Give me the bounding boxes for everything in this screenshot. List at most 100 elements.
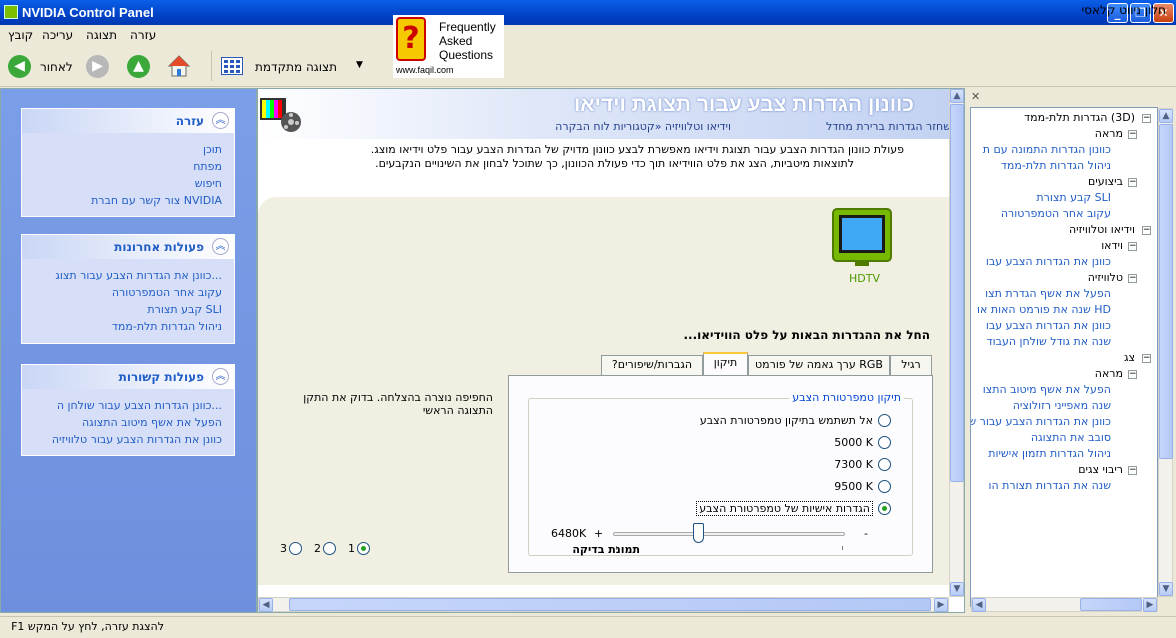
option-5000k[interactable]: 5000 K xyxy=(531,434,891,450)
up-arrow-icon[interactable]: ▲ xyxy=(127,55,150,78)
tree-node[interactable]: מראה xyxy=(1095,366,1123,382)
tree-expander-icon[interactable]: − xyxy=(1128,370,1137,379)
test-option-1[interactable]: 1 xyxy=(348,542,370,555)
help-link-index[interactable]: מפתח xyxy=(22,158,234,175)
hdtv-icon[interactable] xyxy=(831,207,893,269)
tree-node[interactable]: ריבוי צגים xyxy=(1078,462,1123,478)
collapse-chevron-icon[interactable]: ︽ xyxy=(212,368,229,385)
advanced-view-icon[interactable] xyxy=(221,57,243,75)
tree-leaf[interactable]: שנה את גודל שולחן העבוד xyxy=(987,334,1111,350)
tree-leaf[interactable]: כוונן את הגדרות הצבע עבור ש xyxy=(971,414,1111,430)
tree-expander-icon[interactable]: − xyxy=(1142,354,1151,363)
close-icon[interactable]: ✕ xyxy=(971,90,980,103)
tree-leaf[interactable]: סובב את התצוגה xyxy=(1031,430,1111,446)
scroll-left-icon[interactable]: ◀ xyxy=(259,598,273,612)
tab-basic[interactable]: רגיל xyxy=(890,355,932,375)
tree-leaf[interactable]: עקוב אחר הטמפרטורה xyxy=(1001,206,1111,222)
scroll-down-icon[interactable]: ▼ xyxy=(950,582,964,596)
scroll-left-icon[interactable]: ◀ xyxy=(972,598,986,612)
tree-leaf[interactable]: קבע תצורת SLI xyxy=(1036,190,1111,206)
home-icon[interactable] xyxy=(167,54,191,78)
recent-link[interactable]: ניהול הגדרות תלת-ממד xyxy=(22,318,234,335)
color-temp-slider[interactable] xyxy=(613,532,845,536)
tree-expander-icon[interactable]: − xyxy=(1142,114,1151,123)
tree-node[interactable]: ביצועים xyxy=(1088,174,1123,190)
tree-expander-icon[interactable]: − xyxy=(1128,178,1137,187)
tree-hscroll-thumb[interactable] xyxy=(1080,598,1142,611)
tree-leaf[interactable]: שנה את הגדרות תצורת הו xyxy=(989,478,1112,494)
back-arrow-icon[interactable]: ◀ xyxy=(8,55,31,78)
related-link[interactable]: כוונן את הגדרות הצבע עבור טלוויזיה xyxy=(22,431,234,448)
tree-expander-icon[interactable]: − xyxy=(1128,242,1137,251)
related-link[interactable]: הפעל את אשף מיטוב התצוגה xyxy=(22,414,234,431)
menu-view[interactable]: תצוגה xyxy=(86,28,117,42)
tab-gamma[interactable]: ערך גאמה של פורמט RGB xyxy=(748,355,890,375)
tree-vscroll-thumb[interactable] xyxy=(1159,124,1173,459)
test-option-2[interactable]: 2 xyxy=(314,542,336,555)
radio-button[interactable] xyxy=(878,435,891,449)
tree-node[interactable]: וידאו xyxy=(1101,238,1123,254)
radio-button[interactable] xyxy=(289,542,302,555)
advanced-view-button[interactable]: תצוגה מתקדמת xyxy=(255,60,337,74)
recent-link[interactable]: עקוב אחר הטמפרטורה xyxy=(22,284,234,301)
tree-leaf[interactable]: ניהול הגדרות תזמון אישיות xyxy=(988,446,1111,462)
tree-node[interactable]: וידיאו וטלוויזיה xyxy=(1069,222,1135,238)
test-option-3[interactable]: 3 xyxy=(280,542,302,555)
tree-node[interactable]: צג xyxy=(1124,350,1135,366)
tab-correction[interactable]: תיקון xyxy=(703,352,748,376)
vscroll-thumb[interactable] xyxy=(950,104,964,482)
help-link-search[interactable]: חיפוש xyxy=(22,175,234,192)
scroll-up-icon[interactable]: ▲ xyxy=(1159,109,1173,123)
menu-file[interactable]: קובץ xyxy=(8,28,33,42)
back-button[interactable]: לאחור xyxy=(40,60,73,74)
slider-thumb[interactable] xyxy=(693,523,705,543)
tree-leaf[interactable]: כוונן את הגדרות הצבע עבו xyxy=(986,318,1111,334)
radio-button[interactable] xyxy=(323,542,336,555)
collapse-chevron-icon[interactable]: ︽ xyxy=(212,112,229,129)
tree-leaf[interactable]: הפעל את אשף הגדרת תצו xyxy=(985,286,1111,302)
tree-leaf[interactable]: שנה מאפייני רזולוציה xyxy=(1013,398,1111,414)
radio-button-selected[interactable] xyxy=(357,542,370,555)
related-tasks-title: פעולות קשורות xyxy=(118,370,204,384)
option-7300k[interactable]: 7300 K xyxy=(531,456,891,472)
option-no-correction[interactable]: אל תשתמש בתיקון טמפרטורת הצבע xyxy=(531,412,891,428)
tree-expander-icon[interactable]: − xyxy=(1142,226,1151,235)
tree-leaf[interactable]: ניהול הגדרות תלת-ממד xyxy=(1001,158,1111,174)
menu-edit[interactable]: עריכה xyxy=(42,28,73,42)
radio-button[interactable] xyxy=(878,457,891,471)
restore-defaults-link[interactable]: שחזר הגדרות ברירת מחדל xyxy=(826,120,951,133)
scroll-down-icon[interactable]: ▼ xyxy=(1159,582,1173,596)
related-link[interactable]: כוונן הגדרות הצבע עבור שולחן ה... xyxy=(22,397,234,414)
collapse-chevron-icon[interactable]: ︽ xyxy=(212,238,229,255)
scroll-right-icon[interactable]: ▶ xyxy=(1143,598,1157,612)
help-link-contact[interactable]: צור קשר עם חברת NVIDIA xyxy=(22,192,234,209)
tree-expander-icon[interactable]: − xyxy=(1128,130,1137,139)
radio-button-selected[interactable] xyxy=(878,501,891,515)
tree-leaf[interactable]: כוונן את הגדרות הצבע עבו xyxy=(986,254,1111,270)
radio-button[interactable] xyxy=(878,413,891,427)
tree-expander-icon[interactable]: − xyxy=(1128,466,1137,475)
tree-node[interactable]: הגדרות תלת-ממד (3D) xyxy=(1024,110,1135,126)
scroll-up-icon[interactable]: ▲ xyxy=(950,89,964,103)
option-custom[interactable]: הגדרות אישיות של טמפרטורת הצבע xyxy=(531,500,891,516)
tree-node[interactable]: טלוויזיה xyxy=(1088,270,1123,286)
hscroll-thumb[interactable] xyxy=(289,598,931,611)
radio-button[interactable] xyxy=(878,479,891,493)
menu-help[interactable]: עזרה xyxy=(130,28,156,42)
tree-leaf[interactable]: הפעל את אשף מיטוב התצו xyxy=(983,382,1111,398)
tree-expander-icon[interactable]: − xyxy=(1128,274,1137,283)
forward-arrow-icon[interactable]: ▶ xyxy=(86,55,109,78)
recent-link[interactable]: קבע תצורת SLI xyxy=(22,301,234,318)
option-9500k[interactable]: 9500 K xyxy=(531,478,891,494)
tree-leaf[interactable]: שנה את פורמט האות או HD xyxy=(977,302,1111,318)
recent-link[interactable]: כוונן את הגדרות הצבע עבור תצוג... xyxy=(22,267,234,284)
tab-enhancements[interactable]: ?הגברות/שיפורים xyxy=(601,355,703,375)
scroll-right-icon[interactable]: ▶ xyxy=(934,598,948,612)
navigation-tree[interactable]: הגדרות תלת-ממד (3D) − מראה − כוונון הגדר… xyxy=(970,107,1158,607)
tree-node[interactable]: מראה xyxy=(1095,126,1123,142)
breadcrumb[interactable]: וידיאו וטלוויזיה «קטגוריות לוח הבקרה xyxy=(555,120,731,133)
title-bar[interactable]: NVIDIA Control Panel _ ❐ ✕ xyxy=(0,0,1176,25)
help-link-contents[interactable]: תוכן xyxy=(22,141,234,158)
dropdown-arrow-icon[interactable]: ▼ xyxy=(356,60,363,70)
tree-leaf[interactable]: כוונון הגדרות התמונה עם ת xyxy=(983,142,1111,158)
